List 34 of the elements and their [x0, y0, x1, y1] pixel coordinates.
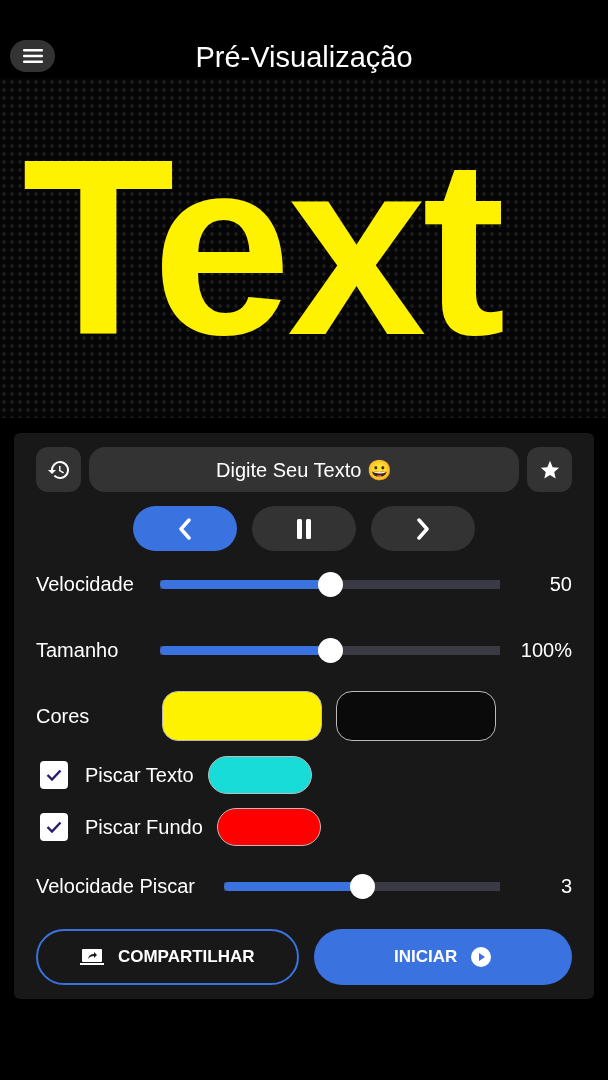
color-swatch[interactable]: [216, 808, 321, 846]
color-swatch[interactable]: [162, 691, 322, 741]
colors-label: Cores: [36, 704, 91, 728]
share-button[interactable]: COMPARTILHAR: [36, 929, 299, 985]
direction-button[interactable]: [371, 506, 475, 551]
led-text: Text: [22, 123, 502, 373]
slider-value: 50: [548, 572, 572, 596]
history-button[interactable]: [36, 447, 81, 492]
slider-label: Velocidade Piscar: [36, 874, 196, 898]
share-screen-icon: [79, 948, 104, 966]
direction-button[interactable]: [133, 506, 237, 551]
screen-title: Pré-Visualização: [195, 40, 413, 74]
slider-value: 3: [559, 874, 572, 898]
slider-label: Tamanho: [36, 638, 120, 662]
checkbox-label: Piscar Fundo: [85, 815, 203, 839]
slider-label: Velocidade: [36, 572, 135, 596]
check-icon: [46, 821, 62, 833]
checkbox[interactable]: [40, 761, 68, 789]
play-circle-icon: [471, 947, 492, 967]
color-swatch[interactable]: [336, 691, 496, 741]
start-button[interactable]: INICIAR: [313, 929, 572, 985]
menu-button[interactable]: [10, 40, 55, 72]
direction-button[interactable]: [252, 506, 356, 551]
color-swatch[interactable]: [207, 756, 312, 794]
chevron-left-icon: [178, 517, 192, 540]
checkbox[interactable]: [40, 813, 68, 841]
pause-icon: [296, 517, 312, 540]
text-input-field[interactable]: Digite Seu Texto 😀: [89, 447, 519, 492]
slider-value: 100%: [519, 638, 572, 662]
check-icon: [46, 769, 62, 781]
checkbox-label: Piscar Texto: [85, 763, 194, 787]
favorite-button[interactable]: [527, 447, 572, 492]
chevron-right-icon: [416, 517, 430, 540]
menu-icon: [22, 49, 43, 63]
